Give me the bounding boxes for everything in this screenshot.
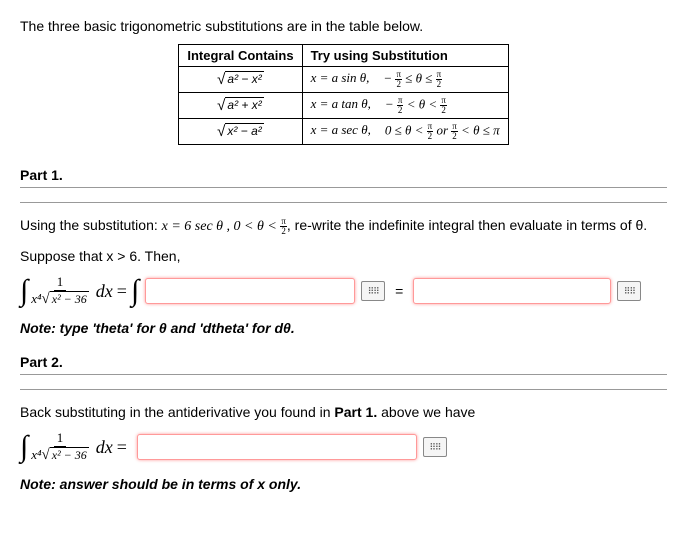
part1-result-input[interactable] (413, 278, 611, 304)
table-row: √x² − a² x = a sec θ,0 ≤ θ < π2 or π2 < … (179, 119, 508, 145)
integral-symbol: ∫ (131, 279, 139, 303)
part2-note: Note: answer should be in terms of x onl… (20, 476, 667, 492)
substitution-table: Integral Contains Try using Substitution… (178, 44, 508, 145)
table-row: √a² + x² x = a tan θ,− π2 < θ < π2 (179, 93, 508, 119)
part2-equation-row: ∫ 1 x⁴√x² − 36 dx = ⠿⠿ (20, 430, 667, 464)
table-row: √a² − x² x = a sin θ,− π2 ≤ θ ≤ π2 (179, 67, 508, 93)
part1-header: Part 1. (20, 163, 667, 188)
table-header-contains: Integral Contains (179, 45, 302, 67)
part2-instruction: Back substituting in the antiderivative … (20, 404, 667, 420)
integral-symbol: ∫ (20, 435, 28, 459)
keypad-icon[interactable]: ⠿⠿ (617, 281, 641, 301)
equals-sign: = (391, 283, 407, 299)
part2-answer-input[interactable] (137, 434, 417, 460)
table-header-substitution: Try using Substitution (302, 45, 508, 67)
part2-header: Part 2. (20, 350, 667, 375)
part1-equation-row: ∫ 1 x⁴√x² − 36 dx = ∫ ⠿⠿ = ⠿⠿ (20, 274, 667, 308)
part1-suppose: Suppose that x > 6. Then, (20, 248, 667, 264)
part1-note: Note: type 'theta' for θ and 'dtheta' fo… (20, 320, 667, 336)
integral-symbol: ∫ (20, 279, 28, 303)
part1-integrand-input[interactable] (145, 278, 355, 304)
intro-text: The three basic trigonometric substituti… (20, 18, 667, 34)
keypad-icon[interactable]: ⠿⠿ (361, 281, 385, 301)
keypad-icon[interactable]: ⠿⠿ (423, 437, 447, 457)
part1-instruction: Using the substitution: x = 6 sec θ , 0 … (20, 217, 667, 236)
